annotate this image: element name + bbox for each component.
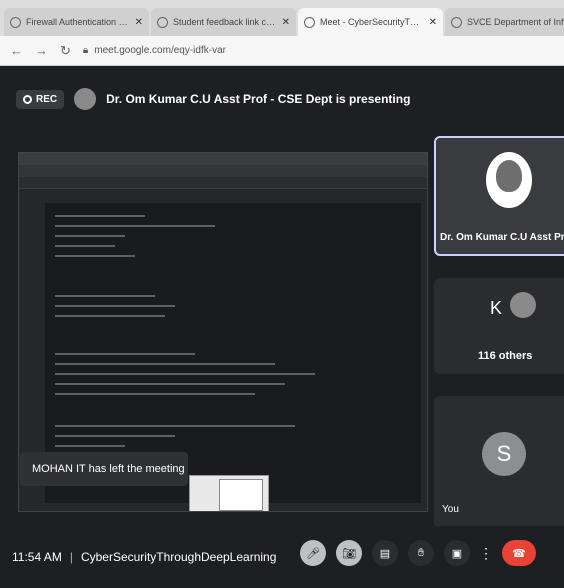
- raise-hand-icon[interactable]: ✋︎: [408, 540, 434, 566]
- present-icon[interactable]: ▣: [444, 540, 470, 566]
- code-line: [55, 393, 255, 395]
- code-line: [55, 363, 275, 365]
- tab-title: Meet - CyberSecurityThrou: [320, 17, 424, 27]
- avatar: [486, 152, 532, 208]
- tab-title: Student feedback link cybersecu: [173, 17, 277, 27]
- divider: |: [69, 550, 73, 564]
- back-icon[interactable]: ←: [10, 43, 23, 58]
- code-line: [55, 225, 215, 227]
- tab-favicon-icon: [157, 16, 168, 28]
- shared-dialog: [219, 479, 263, 511]
- address-bar: ← → ↻ 🔒︎ meet.google.com/eqy-idfk-var: [0, 36, 564, 66]
- avatar: [510, 292, 536, 318]
- code-line: [55, 255, 135, 257]
- others-count: 116 others: [478, 350, 533, 362]
- tab-favicon-icon: [10, 16, 21, 28]
- meeting-controls: 🎤︎ 📷︎ ▤ ✋︎ ▣ ⋮ ☎︎: [300, 540, 536, 566]
- self-label: You: [442, 504, 459, 515]
- participant-tile-presenter[interactable]: Dr. Om Kumar C.U Asst Prof - C: [434, 136, 564, 256]
- code-line: [55, 315, 165, 317]
- shared-window-titlebar: [19, 153, 427, 165]
- browser-tab[interactable]: Firewall Authentication Keepaliv ✕: [4, 8, 149, 36]
- meeting-info: 11:54 AM | CyberSecurityThroughDeepLearn…: [12, 550, 276, 564]
- url-text: meet.google.com/eqy-idfk-var: [94, 45, 226, 56]
- meeting-controls-bar: 11:54 AM | CyberSecurityThroughDeepLearn…: [0, 526, 564, 588]
- avatar: S: [482, 432, 526, 476]
- code-line: [55, 353, 195, 355]
- clock: 11:54 AM: [12, 550, 62, 564]
- code-line: [55, 373, 315, 375]
- rec-label: REC: [36, 93, 58, 105]
- presenting-header: REC Dr. Om Kumar C.U Asst Prof - CSE Dep…: [16, 88, 410, 110]
- tab-title: Firewall Authentication Keepaliv: [26, 17, 130, 27]
- shared-window-menu: [19, 177, 427, 189]
- code-line: [55, 245, 115, 247]
- leave-call-icon[interactable]: ☎︎: [502, 540, 536, 566]
- reload-icon[interactable]: ↻: [60, 43, 71, 59]
- toast-text: MOHAN IT has left the meeting: [32, 463, 185, 475]
- captions-icon[interactable]: ▤: [372, 540, 398, 566]
- close-icon[interactable]: ✕: [135, 17, 143, 28]
- participant-tile-others[interactable]: K 116 others: [434, 278, 564, 374]
- close-icon[interactable]: ✕: [429, 17, 437, 28]
- record-icon: [23, 94, 32, 104]
- code-line: [55, 305, 175, 307]
- browser-tab-bar: Firewall Authentication Keepaliv ✕ Stude…: [0, 0, 564, 36]
- code-line: [55, 435, 175, 437]
- browser-tab[interactable]: Student feedback link cybersecu ✕: [151, 8, 296, 36]
- participant-tile-self[interactable]: S You: [434, 396, 564, 528]
- url-field[interactable]: 🔒︎ meet.google.com/eqy-idfk-var: [83, 45, 226, 56]
- more-icon[interactable]: ⋮: [479, 540, 493, 566]
- tab-favicon-icon: [304, 16, 315, 28]
- camera-icon[interactable]: 📷︎: [336, 540, 362, 566]
- tab-favicon-icon: [451, 16, 462, 28]
- avatar-initial: K: [490, 298, 503, 318]
- tab-title: SVCE Department of Informati: [467, 17, 564, 27]
- code-line: [55, 425, 295, 427]
- shared-window-tabs: [19, 165, 427, 177]
- browser-tab[interactable]: SVCE Department of Informati: [445, 8, 564, 36]
- participant-name: Dr. Om Kumar C.U Asst Prof - C: [440, 232, 564, 243]
- recording-badge: REC: [16, 89, 65, 109]
- code-line: [55, 215, 145, 217]
- code-line: [55, 445, 125, 447]
- browser-tab-active[interactable]: Meet - CyberSecurityThrou ✕: [298, 8, 443, 36]
- code-line: [55, 295, 155, 297]
- avatar: [74, 88, 97, 110]
- lock-icon: 🔒︎: [82, 45, 89, 56]
- code-line: [55, 235, 125, 237]
- meet-stage: REC Dr. Om Kumar C.U Asst Prof - CSE Dep…: [0, 66, 564, 588]
- presenting-text: Dr. Om Kumar C.U Asst Prof - CSE Dept is…: [106, 92, 411, 106]
- code-line: [55, 383, 285, 385]
- participant-left-toast: MOHAN IT has left the meeting: [20, 452, 188, 486]
- meeting-name: CyberSecurityThroughDeepLearning: [80, 550, 277, 564]
- close-icon[interactable]: ✕: [282, 17, 290, 28]
- mic-icon[interactable]: 🎤︎: [300, 540, 326, 566]
- forward-icon[interactable]: →: [35, 43, 48, 58]
